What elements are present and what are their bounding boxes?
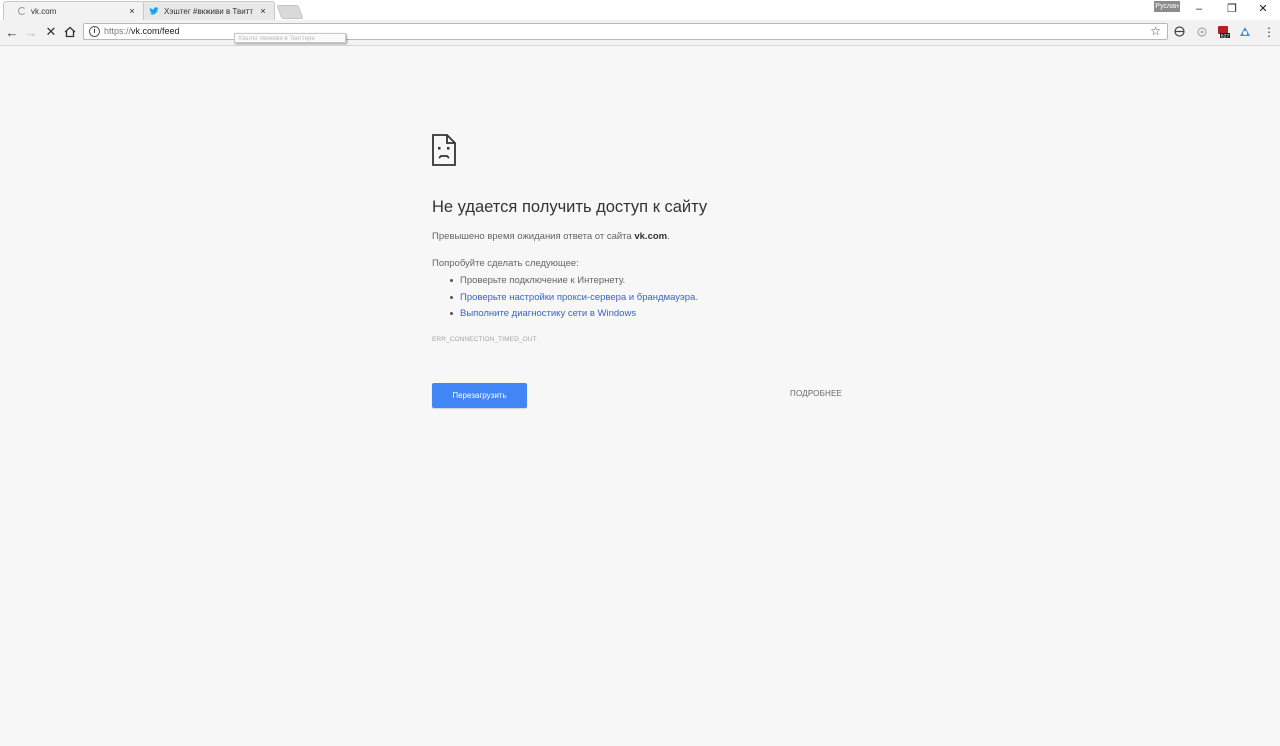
details-button[interactable]: ПОДРОБНЕЕ: [790, 389, 842, 398]
suggestion-check-connection: Проверьте подключение к Интернету.: [432, 273, 698, 290]
new-tab-button[interactable]: [276, 5, 304, 19]
url-scheme: https://: [104, 26, 132, 36]
error-code: ERR_CONNECTION_TIMED_OUT: [432, 336, 537, 343]
summary-host: vk.com: [634, 231, 668, 242]
back-button[interactable]: ←: [5, 25, 19, 40]
site-info-icon[interactable]: i: [89, 26, 100, 37]
browser-menu-button[interactable]: ⋮: [1262, 25, 1276, 39]
tab-title: vk.com: [31, 6, 57, 16]
close-window-button[interactable]: ✕: [1253, 2, 1273, 16]
bookmark-star-icon[interactable]: ☆: [1150, 24, 1161, 38]
reload-button[interactable]: Перезагрузить: [432, 383, 527, 408]
error-summary: Превышено время ожидания ответа от сайта…: [432, 231, 670, 242]
pushbullet-icon: [1239, 26, 1250, 36]
home-icon: [64, 26, 76, 38]
tab-twitter[interactable]: Хэштег #вкживи в Твитт ×: [141, 1, 275, 20]
tab-close-icon[interactable]: ×: [127, 6, 137, 16]
ghost-extension-button[interactable]: [1195, 25, 1208, 38]
url-path: vk.com/feed: [131, 26, 180, 36]
vpn-icon: [1174, 26, 1185, 37]
loading-spinner-icon: [18, 7, 26, 15]
minimize-button[interactable]: –: [1189, 2, 1209, 16]
suggestion-check-proxy-link[interactable]: Проверьте настройки прокси-сервера и бра…: [432, 290, 698, 307]
summary-text: Превышено время ожидания ответа от сайта: [432, 231, 635, 242]
pushbullet-extension-button[interactable]: [1238, 25, 1251, 38]
restore-button[interactable]: ❐: [1222, 2, 1242, 16]
home-button[interactable]: [63, 25, 77, 39]
adblock-extension-button[interactable]: 627: [1217, 25, 1230, 38]
ghost-icon: [1196, 26, 1207, 37]
suggestions-title: Попробуйте сделать следующее:: [432, 258, 579, 269]
vpn-extension-button[interactable]: [1173, 25, 1186, 38]
suggestion-run-diagnostics-link[interactable]: Выполните диагностику сети в Windows: [432, 306, 698, 323]
tab-close-icon[interactable]: ×: [258, 6, 268, 16]
tab-title: Хэштег #вкживи в Твитт: [164, 6, 254, 16]
browser-toolbar: ← → ✕ i https://vk.com/feed ☆ 627 ⋮: [0, 20, 1280, 46]
profile-button[interactable]: Руслан: [1154, 1, 1180, 12]
stop-loading-button[interactable]: ✕: [44, 24, 58, 39]
summary-period: .: [667, 231, 670, 242]
sad-page-icon: [432, 134, 456, 166]
url-text[interactable]: https://vk.com/feed: [104, 26, 180, 36]
error-heading: Не удается получить доступ к сайту: [432, 198, 708, 216]
tab-strip: vk.com × Хэштег #вкживи в Твитт × Руслан…: [0, 0, 1280, 20]
suggestions-list: Проверьте подключение к Интернету. Прове…: [432, 273, 698, 323]
adblock-icon: 627: [1218, 26, 1230, 38]
forward-button[interactable]: →: [24, 25, 38, 40]
adblock-badge: 627: [1221, 33, 1230, 38]
tab-vk[interactable]: vk.com ×: [3, 1, 144, 20]
twitter-bird-icon: [149, 7, 159, 15]
tab-tooltip: Хэштег #вкживи в Твиттере: [234, 33, 346, 43]
